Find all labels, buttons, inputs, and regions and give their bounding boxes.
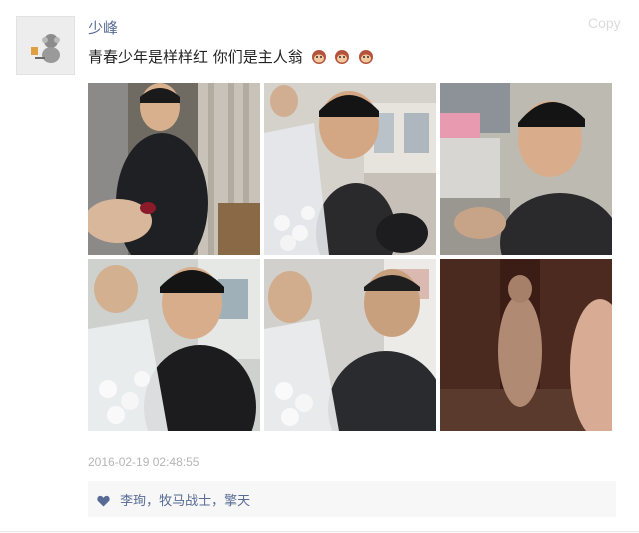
photo-5[interactable] — [264, 259, 436, 431]
photo-2[interactable] — [264, 83, 436, 255]
photo-1[interactable] — [88, 83, 260, 255]
copy-button[interactable]: Copy — [588, 15, 621, 31]
photo-4[interactable] — [88, 259, 260, 431]
monkey-face-emoji-icon — [311, 49, 327, 69]
heart-icon — [97, 495, 110, 511]
photo-3[interactable] — [440, 83, 612, 255]
post-text: 青春少年是样样红 你们是主人翁 — [88, 48, 303, 66]
post-timestamp: 2016-02-19 02:48:55 — [88, 455, 200, 469]
photo-6[interactable] — [440, 259, 612, 431]
avatar[interactable] — [16, 16, 75, 75]
monkey-face-emoji-icon — [358, 49, 374, 69]
photo-grid — [88, 83, 612, 431]
post-author-name[interactable]: 少峰 — [88, 17, 118, 38]
likes-bar: 李珣，牧马战士，擎天 — [88, 481, 616, 517]
divider — [0, 531, 639, 532]
monkey-face-emoji-icon — [334, 49, 350, 69]
post-text-line: 青春少年是样样红 你们是主人翁 — [88, 46, 374, 69]
avatar-image — [17, 17, 74, 74]
likes-names[interactable]: 李珣，牧马战士，擎天 — [120, 494, 250, 509]
